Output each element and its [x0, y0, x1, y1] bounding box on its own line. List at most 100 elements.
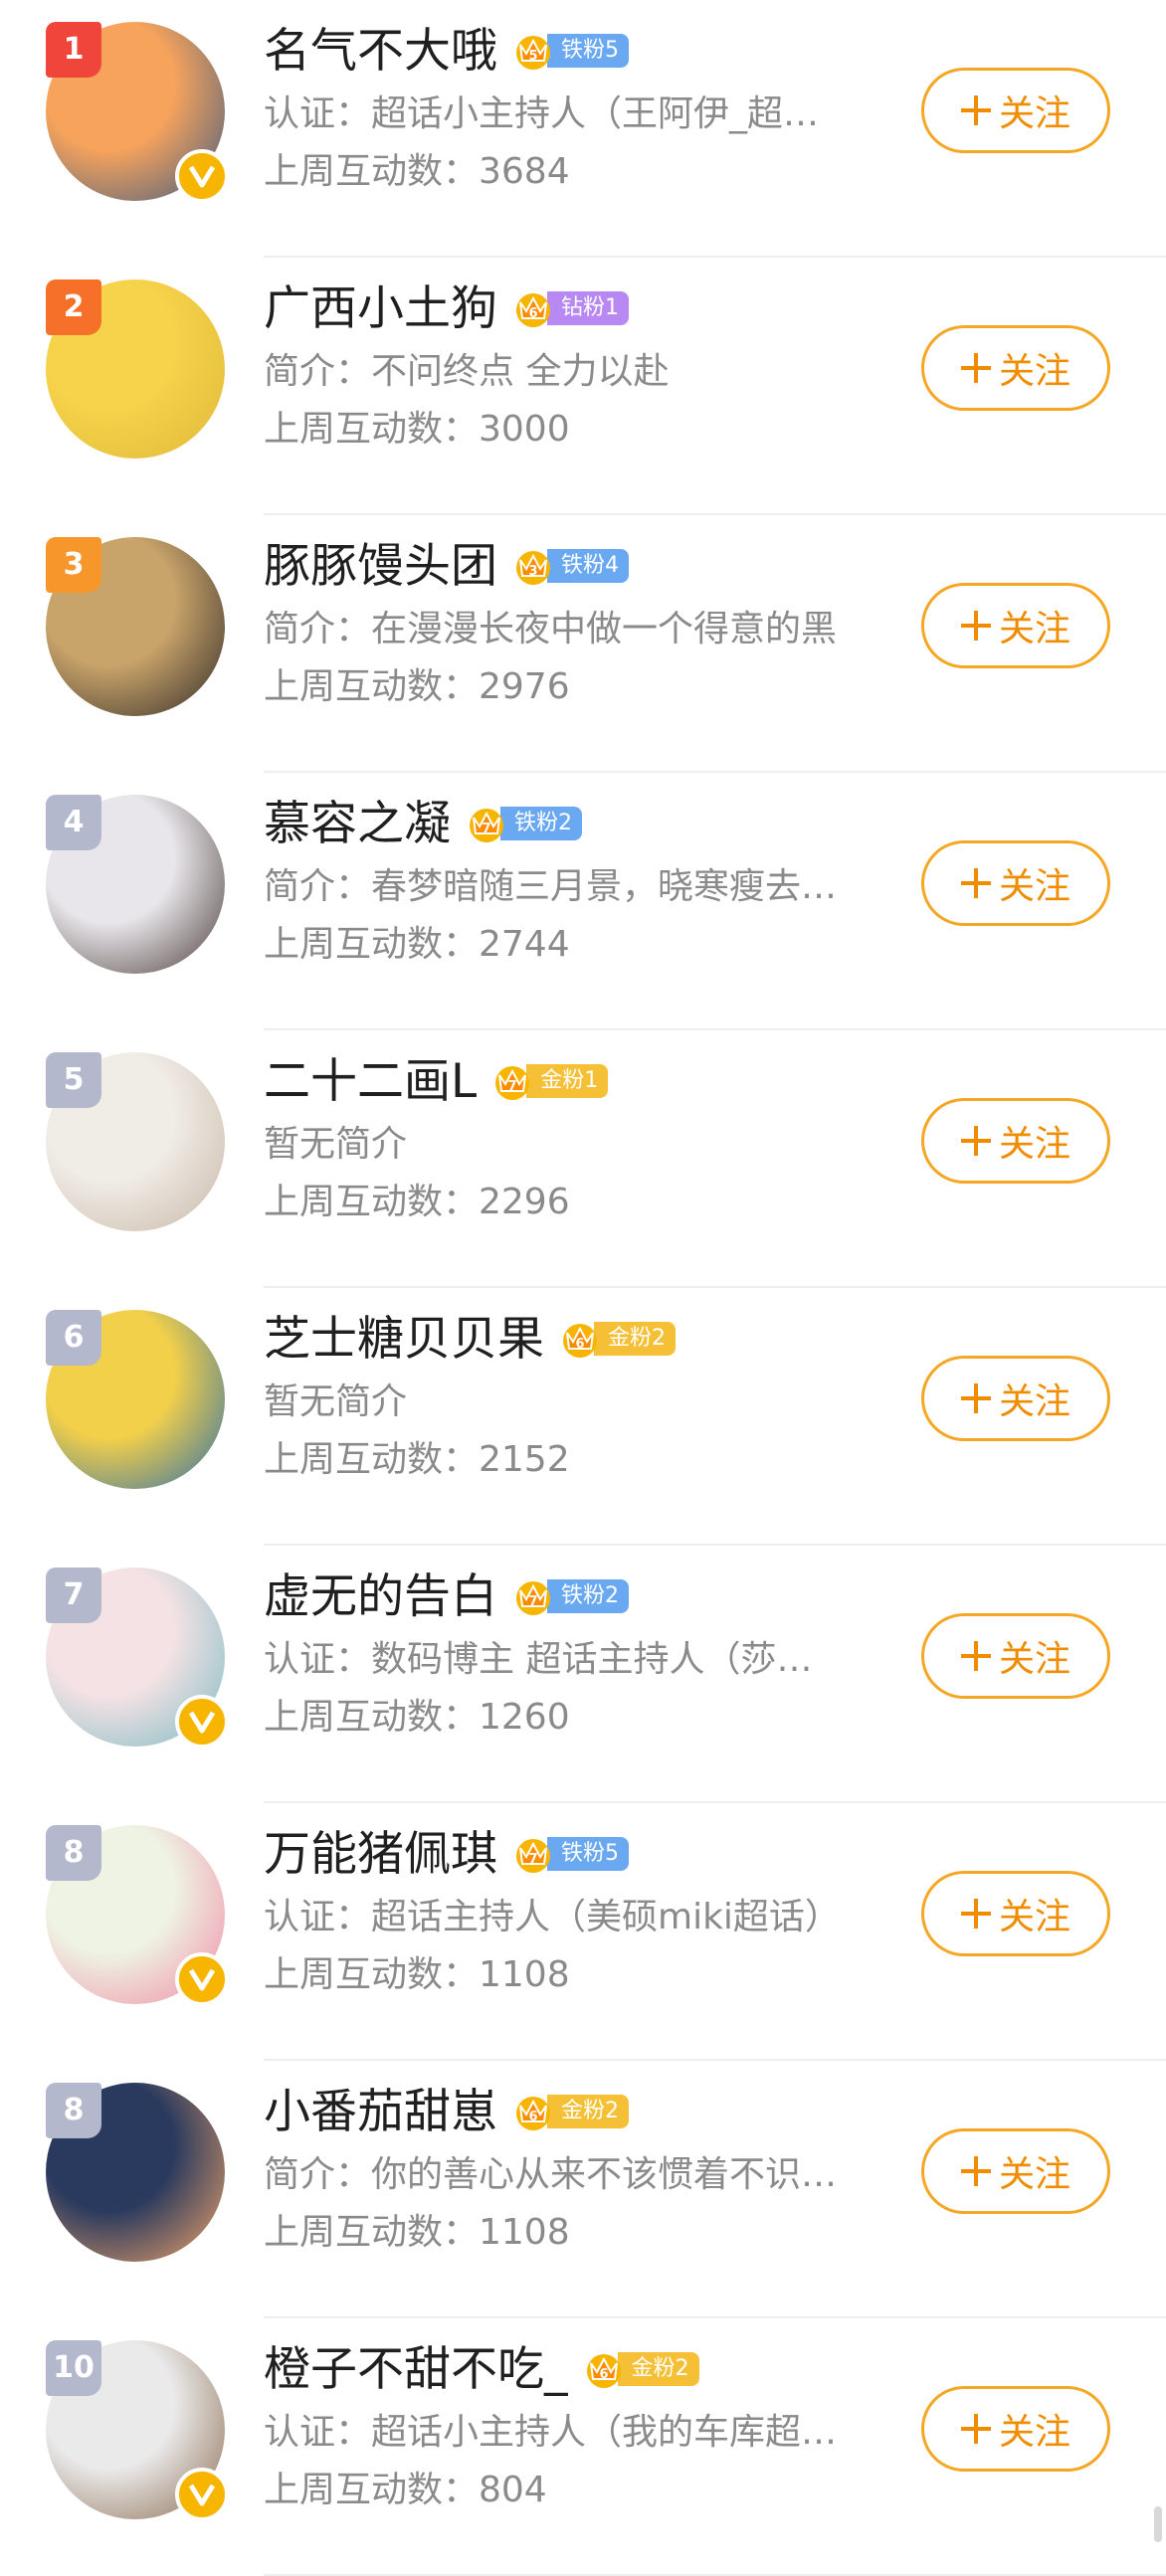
weekly-interaction-count: 上周互动数：804 [264, 2470, 547, 2510]
weekly-interaction-count: 上周互动数：1260 [264, 1697, 570, 1738]
svg-text:6: 6 [528, 2110, 537, 2124]
weekly-interaction-count: 上周互动数：3684 [264, 151, 570, 192]
verified-icon [175, 2468, 229, 2521]
user-name[interactable]: 橙子不甜不吃_ [264, 2342, 568, 2397]
follow-label: 关注 [998, 351, 1070, 392]
user-name-line[interactable]: 二十二画L 7 金粉1 [264, 1052, 609, 1112]
user-description: 暂无简介 [264, 1381, 408, 1422]
user-name[interactable]: 万能猪佩琪 [264, 1827, 497, 1882]
follow-button[interactable]: 关注 [921, 840, 1110, 926]
user-name-line[interactable]: 万能猪佩琪 7 铁粉5 [264, 1825, 629, 1885]
user-name-line[interactable]: 广西小土狗 6 钻粉1 [264, 279, 629, 339]
rank-badge: 7 [46, 1567, 101, 1623]
list-item[interactable]: 3 豚豚馒头团 3 铁粉4 简介：在漫漫长夜中做一个得意的黑 上周互动数：297… [0, 515, 1166, 773]
follow-button[interactable]: 关注 [921, 1098, 1110, 1184]
plus-icon [960, 95, 991, 125]
weekly-interaction-count: 上周互动数：2744 [264, 924, 570, 965]
user-name[interactable]: 慕容之凝 [264, 797, 451, 851]
scrollbar-thumb[interactable] [1154, 2506, 1162, 2542]
list-item[interactable]: 8 万能猪佩琪 7 铁粉5 认证：超话主持人（美硕miki超话） 上周互动数：1… [0, 1803, 1166, 2061]
plus-icon [960, 1383, 991, 1413]
list-item[interactable]: 1 名气不大哦 5 铁粉5 认证：超话小主持人（王阿伊_超… 上周互动数：368… [0, 0, 1166, 258]
fan-badge: 6 金粉2 [582, 2350, 699, 2388]
weekly-interaction-count: 上周互动数：2152 [264, 1439, 570, 1480]
verified-icon [175, 1695, 229, 1748]
user-name[interactable]: 小番茄甜崽 [264, 2085, 497, 2139]
svg-text:7: 7 [482, 822, 490, 836]
crown-icon: 7 [495, 1065, 530, 1100]
user-description: 暂无简介 [264, 1124, 408, 1165]
user-description: 简介：在漫漫长夜中做一个得意的黑 [264, 609, 838, 649]
follow-label: 关注 [998, 1639, 1070, 1680]
user-name[interactable]: 广西小土狗 [264, 281, 497, 336]
user-name-line[interactable]: 芝士糖贝贝果 6 金粉2 [264, 1310, 676, 1370]
rank-badge: 3 [46, 537, 101, 593]
crown-icon: 6 [563, 1323, 597, 1358]
rank-badge: 5 [46, 1052, 101, 1108]
follow-button[interactable]: 关注 [921, 2128, 1110, 2214]
user-name[interactable]: 二十二画L [264, 1054, 477, 1109]
list-item[interactable]: 2 广西小土狗 6 钻粉1 简介：不问终点 全力以赴 上周互动数：3000 关注 [0, 258, 1166, 515]
user-name-line[interactable]: 橙子不甜不吃_ 6 金粉2 [264, 2340, 699, 2400]
crown-icon: 7 [516, 1580, 550, 1615]
user-name-line[interactable]: 小番茄甜崽 6 金粉2 [264, 2083, 629, 2142]
weekly-interaction-count: 上周互动数：3000 [264, 409, 570, 450]
user-description: 认证：数码博主 超话主持人（莎… [264, 1639, 813, 1680]
follow-button[interactable]: 关注 [921, 1613, 1110, 1699]
rank-badge: 10 [46, 2340, 101, 2396]
fan-badge: 6 钻粉1 [511, 289, 629, 327]
verified-icon [175, 149, 229, 203]
user-name[interactable]: 芝士糖贝贝果 [264, 1312, 544, 1367]
user-name[interactable]: 虚无的告白 [264, 1569, 497, 1624]
weekly-interaction-count: 上周互动数：1108 [264, 2212, 570, 2253]
list-item[interactable]: 5 二十二画L 7 金粉1 暂无简介 上周互动数：2296 关注 [0, 1030, 1166, 1288]
crown-icon: 6 [516, 2096, 550, 2130]
fan-level-label: 钻粉1 [547, 290, 629, 325]
follow-button[interactable]: 关注 [921, 1871, 1110, 1956]
user-name-line[interactable]: 名气不大哦 5 铁粉5 [264, 22, 629, 82]
follow-label: 关注 [998, 1897, 1070, 1937]
user-name-line[interactable]: 虚无的告白 7 铁粉2 [264, 1567, 629, 1627]
user-name-line[interactable]: 豚豚馒头团 3 铁粉4 [264, 537, 629, 597]
user-description: 简介：不问终点 全力以赴 [264, 351, 670, 392]
follow-label: 关注 [998, 1124, 1070, 1165]
rank-badge: 8 [46, 2083, 101, 2138]
fan-badge: 7 铁粉5 [511, 1835, 629, 1873]
follow-button[interactable]: 关注 [921, 325, 1110, 411]
svg-text:6: 6 [599, 2367, 608, 2382]
follow-label: 关注 [998, 93, 1070, 134]
crown-icon: 3 [516, 550, 550, 585]
list-item[interactable]: 7 虚无的告白 7 铁粉2 认证：数码博主 超话主持人（莎… 上周互动数：126… [0, 1546, 1166, 1803]
plus-icon [960, 2156, 991, 2186]
list-item[interactable]: 4 慕容之凝 7 铁粉2 简介：春梦暗随三月景，晓寒瘦去… 上周互动数：2744… [0, 773, 1166, 1030]
list-item[interactable]: 10 橙子不甜不吃_ 6 金粉2 认证：超话小主持人（我的车库超… 上周互动数：… [0, 2318, 1166, 2576]
list-item[interactable]: 8 小番茄甜崽 6 金粉2 简介：你的善心从来不该惯着不识… 上周互动数：110… [0, 2061, 1166, 2318]
user-name[interactable]: 名气不大哦 [264, 24, 497, 79]
plus-icon [960, 1126, 991, 1156]
fan-level-label: 金粉2 [617, 2351, 699, 2386]
fan-level-label: 铁粉5 [547, 33, 629, 68]
follow-label: 关注 [998, 1381, 1070, 1422]
user-name-line[interactable]: 慕容之凝 7 铁粉2 [264, 795, 582, 854]
user-description: 认证：超话小主持人（王阿伊_超… [264, 93, 820, 134]
crown-icon: 5 [516, 35, 550, 70]
fan-badge: 5 铁粉5 [511, 32, 629, 70]
crown-icon: 6 [516, 292, 550, 327]
fan-badge: 7 铁粉2 [465, 805, 582, 842]
follow-button[interactable]: 关注 [921, 2386, 1110, 2472]
follow-button[interactable]: 关注 [921, 1356, 1110, 1441]
follow-button[interactable]: 关注 [921, 583, 1110, 668]
user-name[interactable]: 豚豚馒头团 [264, 539, 497, 594]
list-item[interactable]: 6 芝士糖贝贝果 6 金粉2 暂无简介 上周互动数：2152 关注 [0, 1288, 1166, 1546]
weekly-interaction-count: 上周互动数：2296 [264, 1182, 570, 1222]
rank-badge: 4 [46, 795, 101, 850]
svg-text:5: 5 [528, 49, 537, 64]
user-description: 认证：超话小主持人（我的车库超… [264, 2412, 838, 2453]
follow-button[interactable]: 关注 [921, 68, 1110, 153]
svg-text:7: 7 [528, 1852, 537, 1867]
svg-text:7: 7 [528, 1594, 537, 1609]
svg-text:6: 6 [528, 306, 537, 321]
fan-badge: 7 金粉1 [490, 1062, 609, 1100]
fan-level-label: 铁粉2 [547, 1578, 629, 1613]
fan-badge: 6 金粉2 [558, 1320, 676, 1358]
